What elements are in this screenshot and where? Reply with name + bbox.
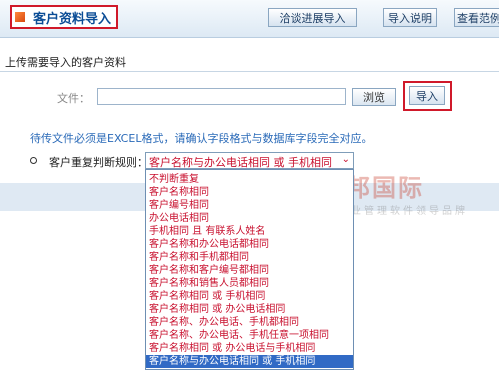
dropdown-option[interactable]: 客户名称相同 或 手机相同	[146, 290, 353, 303]
dropdown-option[interactable]: 客户名称和办公电话都相同	[146, 238, 353, 251]
dropdown-option[interactable]: 客户名称相同 或 办公电话与手机相同	[146, 342, 353, 355]
import-button[interactable]: 导入	[409, 86, 445, 105]
file-label: 文件：	[57, 92, 90, 105]
dropdown-option[interactable]: 手机相同 且 有联系人姓名	[146, 225, 353, 238]
format-notice: 待传文件必须是EXCEL格式，请确认字段格式与数据库字段完全对应。	[30, 132, 373, 145]
dropdown-option[interactable]: 客户名称和销售人员都相同	[146, 277, 353, 290]
top-toolbar: 客户资料导入 洽谈进展导入 导入说明 查看范例	[0, 0, 499, 38]
dropdown-option[interactable]: 客户名称相同 或 办公电话相同	[146, 303, 353, 316]
dropdown-option[interactable]: 不判断重复	[146, 173, 353, 186]
progress-import-button[interactable]: 洽谈进展导入	[268, 8, 357, 27]
dropdown-option[interactable]: 客户名称和手机都相同	[146, 251, 353, 264]
duplicate-rule-dropdown[interactable]: 不判断重复 客户名称相同 客户编号相同 办公电话相同 手机相同 且 有联系人姓名 客户名称…	[145, 169, 354, 370]
header-spacer	[0, 39, 499, 51]
duplicate-rule-select[interactable]: 客户名称与办公电话相同 或 手机相同 ⌄	[145, 152, 354, 169]
upload-section-title: 上传需要导入的客户资料	[5, 56, 126, 69]
view-example-button[interactable]: 查看范例	[454, 8, 499, 27]
dropdown-option[interactable]: 客户名称、办公电话、手机都相同	[146, 316, 353, 329]
chevron-down-icon[interactable]: ⌄	[342, 154, 350, 165]
orange-square-icon	[15, 12, 25, 22]
bullet-circle-icon	[30, 157, 37, 164]
dropdown-option[interactable]: 办公电话相同	[146, 212, 353, 225]
page-title-box: 客户资料导入	[10, 5, 118, 29]
duplicate-rule-label: 客户重复判断规则：	[49, 156, 148, 169]
dropdown-option[interactable]: 客户名称和客户编号都相同	[146, 264, 353, 277]
file-path-input[interactable]	[97, 88, 346, 105]
dropdown-option[interactable]: 客户编号相同	[146, 199, 353, 212]
dropdown-option[interactable]: 客户名称、办公电话、手机任意一项相同	[146, 329, 353, 342]
page-title: 客户资料导入	[33, 12, 112, 27]
dropdown-option[interactable]: 客户名称与办公电话相同 或 手机相同	[146, 355, 353, 368]
dropdown-option[interactable]: 客户名称相同	[146, 186, 353, 199]
import-guide-button[interactable]: 导入说明	[383, 8, 437, 27]
browse-button[interactable]: 浏览	[352, 88, 396, 106]
brand-slogan: 企业管理软件领导品牌	[338, 206, 468, 217]
section-divider	[0, 71, 499, 72]
